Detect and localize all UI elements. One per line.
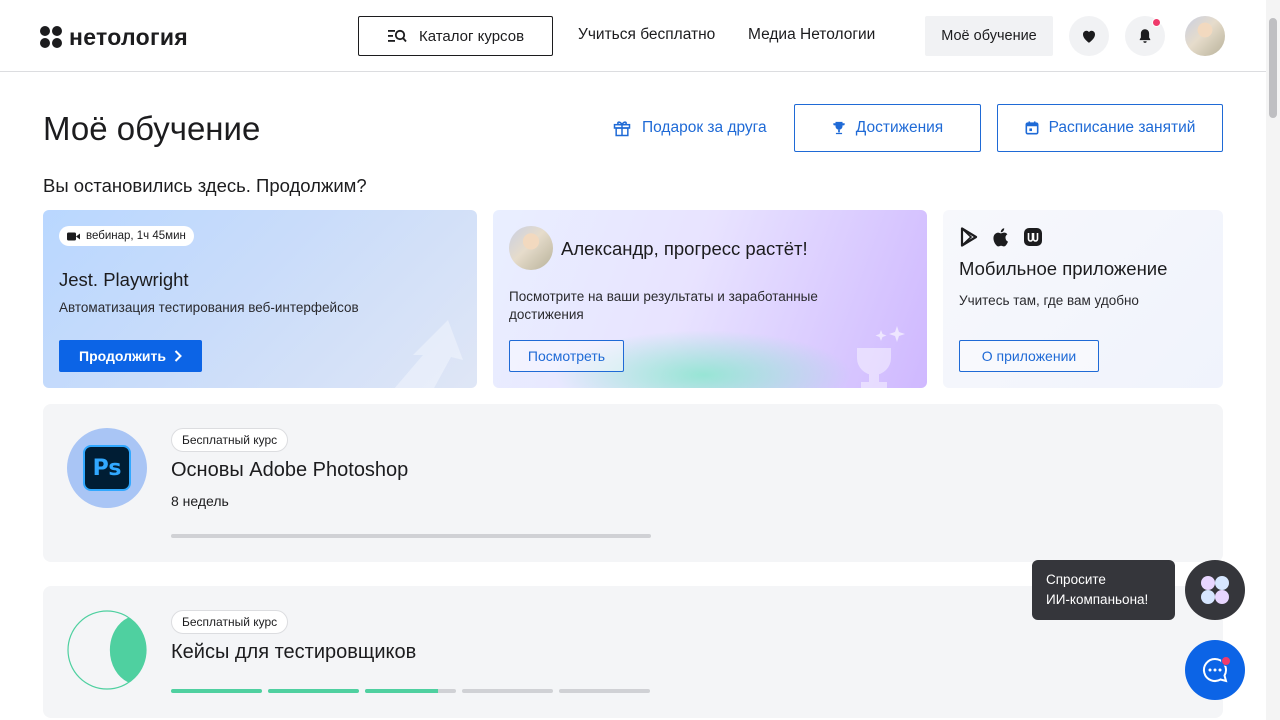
course-progress-segments [171, 689, 650, 693]
google-play-icon [960, 227, 978, 247]
photoshop-icon: Ps [67, 428, 147, 508]
progress-segment [559, 689, 650, 693]
progress-segment [268, 689, 359, 693]
chat-notification-dot [1221, 656, 1231, 666]
notifications-button[interactable] [1125, 16, 1165, 56]
gift-for-friend-link[interactable]: Подарок за друга [612, 118, 767, 138]
webinar-title: Jest. Playwright [59, 269, 189, 290]
catalog-label: Каталог курсов [418, 27, 525, 45]
logo-text: нетология [69, 24, 189, 50]
gift-icon [613, 121, 631, 137]
course-progress-bar [171, 534, 651, 538]
bell-icon [1139, 29, 1151, 43]
nav-free-learning[interactable]: Учиться бесплатно [578, 26, 715, 44]
video-camera-icon [67, 232, 80, 240]
page-scrollbar[interactable] [1266, 0, 1280, 720]
user-avatar[interactable] [1185, 16, 1225, 56]
trophy-decoration-icon [857, 326, 905, 388]
course-title: Кейсы для тестировщиков [171, 641, 417, 663]
top-header: нетология Каталог курсов Учиться бесплат… [0, 0, 1266, 72]
catalog-search-icon [387, 29, 407, 43]
webinar-chip-label: вебинар, 1ч 45мин [86, 230, 186, 242]
progress-segment [171, 689, 262, 693]
progress-segment [365, 689, 456, 693]
course-title: Основы Adobe Photoshop [171, 459, 409, 481]
progress-segment-fill [365, 689, 438, 693]
my-learning-button[interactable]: Моё обучение [925, 16, 1053, 56]
webinar-chip: вебинар, 1ч 45мин [59, 226, 194, 246]
free-course-badge: Бесплатный курс [171, 428, 289, 452]
logo[interactable]: нетология [40, 24, 188, 51]
achievements-button[interactable]: Достижения [794, 104, 981, 152]
heart-icon [1083, 30, 1095, 43]
ai-tooltip-line2: ИИ-компаньона! [1046, 592, 1149, 607]
trophy-icon [833, 121, 845, 135]
ai-companion-button[interactable] [1185, 560, 1245, 620]
schedule-label: Расписание занятий [1048, 119, 1196, 136]
schedule-button[interactable]: Расписание занятий [997, 104, 1223, 152]
progress-title: Александр, прогресс растёт! [561, 238, 808, 259]
progress-card[interactable]: Александр, прогресс растёт! Посмотрите н… [493, 210, 927, 388]
store-icons [959, 227, 1043, 247]
free-course-badge: Бесплатный курс [171, 610, 289, 634]
continue-label: Продолжить [79, 348, 166, 364]
support-chat-button[interactable] [1185, 640, 1245, 700]
gift-label: Подарок за друга [642, 119, 767, 136]
course-card-photoshop[interactable]: Ps Бесплатный курс Основы Adobe Photosho… [43, 404, 1223, 562]
user-mini-avatar [509, 226, 553, 270]
course-duration: 8 недель [171, 493, 229, 509]
continue-subtitle: Вы остановились здесь. Продолжим? [43, 175, 367, 196]
progress-segment [462, 689, 553, 693]
ai-tooltip-line1: Спросите [1046, 572, 1106, 587]
mobile-app-card[interactable]: Мобильное приложение Учитесь там, где ва… [943, 210, 1223, 388]
favorites-button[interactable] [1069, 16, 1109, 56]
chevron-right-icon [174, 350, 182, 362]
calendar-icon [1025, 121, 1039, 135]
webinar-description: Автоматизация тестирования веб-интерфейс… [59, 300, 359, 315]
progress-segment-fill [171, 689, 262, 693]
continue-button[interactable]: Продолжить [59, 340, 202, 372]
scrollbar-thumb[interactable] [1269, 18, 1277, 118]
notification-dot [1152, 18, 1161, 27]
app-gallery-icon [1024, 228, 1042, 246]
ai-companion-tooltip[interactable]: Спросите ИИ-компаньона! [1032, 560, 1175, 620]
photoshop-logo: Ps [83, 445, 131, 491]
app-description: Учитесь там, где вам удобно [959, 293, 1139, 308]
progress-segment-fill [268, 689, 359, 693]
apple-icon [993, 228, 1008, 247]
webinar-card[interactable]: вебинар, 1ч 45мин Jest. Playwright Автом… [43, 210, 477, 388]
catalog-button[interactable]: Каталог курсов [358, 16, 553, 56]
about-app-button[interactable]: О приложении [959, 340, 1099, 372]
nav-media[interactable]: Медиа Нетологии [748, 26, 875, 44]
view-progress-button[interactable]: Посмотреть [509, 340, 624, 372]
app-title: Мобильное приложение [959, 258, 1168, 279]
logo-mark-icon [40, 26, 63, 49]
growth-arrow-icon [394, 320, 463, 388]
course-progress-ring-icon [67, 610, 147, 690]
page: нетология Каталог курсов Учиться бесплат… [0, 0, 1280, 720]
ai-logo-icon [1201, 576, 1229, 604]
achievements-label: Достижения [855, 119, 944, 136]
progress-description: Посмотрите на ваши результаты и заработа… [509, 289, 818, 322]
page-title: Моё обучение [43, 110, 261, 147]
